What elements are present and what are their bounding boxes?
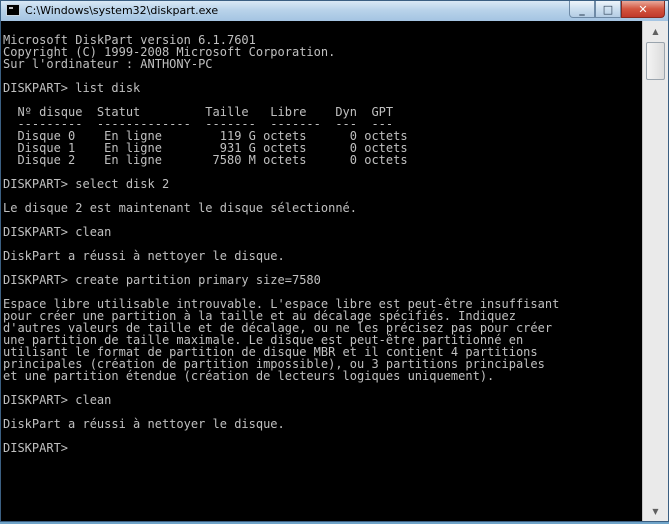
console-line: DiskPart a réussi à nettoyer le disque. bbox=[3, 417, 285, 431]
window-controls: _ □ ✕ bbox=[569, 1, 665, 19]
console-line: Sur l'ordinateur : ANTHONY-PC bbox=[3, 57, 213, 71]
console-line: et une partition étendue (création de le… bbox=[3, 369, 495, 383]
scrollbar-thumb[interactable] bbox=[646, 42, 665, 80]
scroll-down-button[interactable]: ▼ bbox=[646, 503, 665, 519]
arrow-up-icon: ▲ bbox=[652, 26, 659, 36]
window-title: C:\Windows\system32\diskpart.exe bbox=[25, 4, 219, 17]
console-line: DISKPART> bbox=[3, 441, 76, 455]
close-button[interactable]: ✕ bbox=[621, 1, 665, 18]
title-bar[interactable]: C:\Windows\system32\diskpart.exe _ □ ✕ bbox=[1, 1, 668, 21]
console-line: DISKPART> clean bbox=[3, 225, 112, 239]
console-line: DISKPART> create partition primary size=… bbox=[3, 273, 321, 287]
minimize-icon: _ bbox=[579, 2, 585, 16]
arrow-down-icon: ▼ bbox=[652, 506, 659, 516]
console-output-area[interactable]: Microsoft DiskPart version 6.1.7601 Copy… bbox=[1, 21, 642, 521]
console-line: Disque 2 En ligne 7580 M octets 0 octets bbox=[3, 153, 408, 167]
console-line: DiskPart a réussi à nettoyer le disque. bbox=[3, 249, 285, 263]
console-window: C:\Windows\system32\diskpart.exe _ □ ✕ M… bbox=[0, 0, 669, 522]
scroll-up-button[interactable]: ▲ bbox=[646, 23, 665, 39]
minimize-button[interactable]: _ bbox=[569, 1, 595, 18]
maximize-button[interactable]: □ bbox=[595, 1, 621, 18]
console-line: DISKPART> clean bbox=[3, 393, 112, 407]
console-text: Microsoft DiskPart version 6.1.7601 Copy… bbox=[1, 21, 642, 524]
console-line: Le disque 2 est maintenant le disque sél… bbox=[3, 201, 358, 215]
vertical-scrollbar[interactable]: ▲ ▼ bbox=[642, 21, 668, 521]
console-line: DISKPART> select disk 2 bbox=[3, 177, 170, 191]
console-line: DISKPART> list disk bbox=[3, 81, 141, 95]
console-icon[interactable] bbox=[6, 4, 20, 16]
close-icon: ✕ bbox=[638, 2, 648, 16]
maximize-icon: □ bbox=[602, 2, 614, 16]
